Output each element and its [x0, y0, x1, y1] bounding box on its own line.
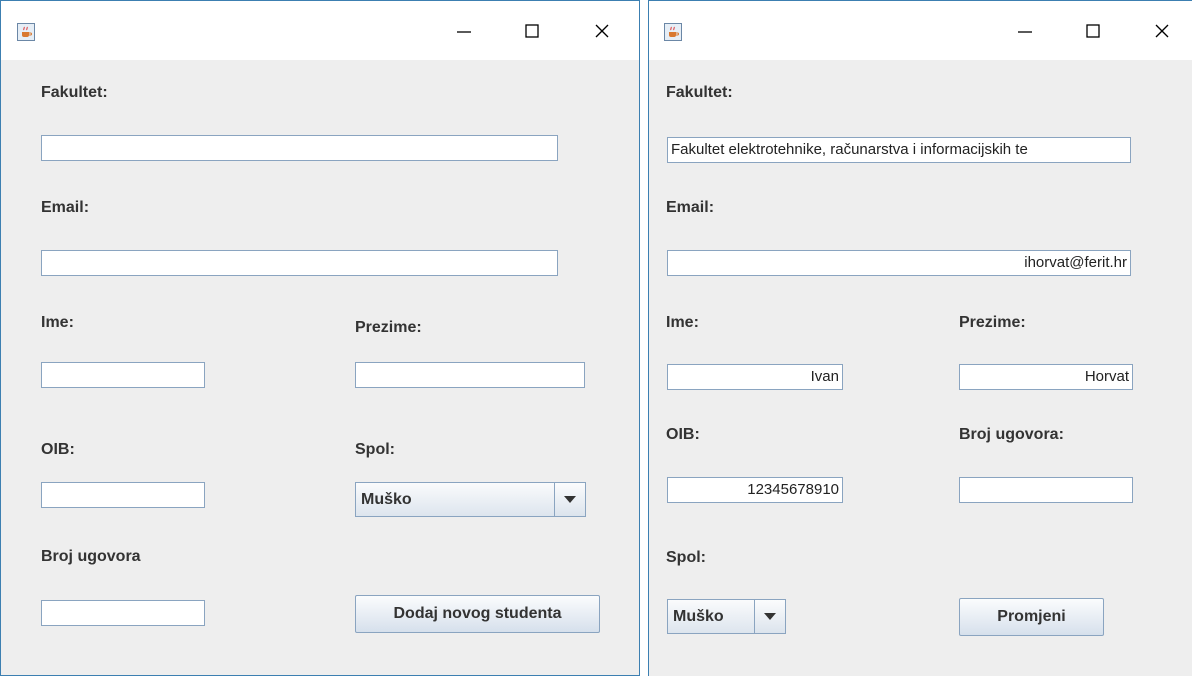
title-bar[interactable]: [1, 1, 639, 60]
add-student-button[interactable]: Dodaj novog studenta: [355, 595, 600, 633]
add-student-window: Fakultet: Email: Ime: Prezime: OIB: Spol…: [0, 0, 640, 676]
spol-selected-value: Muško: [673, 608, 724, 625]
edit-student-window: Fakultet: Fakultet elektrotehnike, račun…: [648, 0, 1192, 676]
spol-selected-value: Muško: [361, 491, 412, 508]
prezime-field[interactable]: [355, 362, 585, 388]
broj-ugovora-field[interactable]: [959, 477, 1133, 503]
java-cup-icon[interactable]: [664, 23, 682, 41]
email-label: Email:: [666, 199, 715, 216]
fakultet-label: Fakultet:: [41, 84, 108, 101]
dropdown-arrow-button[interactable]: [754, 600, 785, 633]
minimize-icon: [457, 31, 471, 33]
close-button[interactable]: [1139, 13, 1185, 49]
prezime-label: Prezime:: [355, 319, 422, 336]
broj-ugovora-label: Broj ugovora:: [959, 426, 1064, 443]
prezime-label: Prezime:: [959, 314, 1026, 331]
email-field[interactable]: [41, 250, 558, 276]
chevron-down-icon: [564, 496, 576, 503]
email-field[interactable]: ihorvat@ferit.hr: [667, 250, 1131, 276]
ime-label: Ime:: [41, 314, 74, 331]
fakultet-field[interactable]: [41, 135, 558, 161]
spol-label: Spol:: [355, 441, 395, 458]
minimize-icon: [1018, 31, 1032, 33]
update-button[interactable]: Promjeni: [959, 598, 1104, 636]
close-icon: [595, 24, 609, 38]
fakultet-label: Fakultet:: [666, 84, 733, 101]
title-bar[interactable]: [649, 1, 1192, 60]
minimize-button[interactable]: [441, 13, 487, 49]
minimize-button[interactable]: [1002, 13, 1048, 49]
spol-dropdown[interactable]: Muško: [667, 599, 786, 634]
ime-field[interactable]: [41, 362, 205, 388]
email-label: Email:: [41, 199, 90, 216]
dropdown-arrow-button[interactable]: [554, 483, 585, 516]
close-icon: [1155, 24, 1169, 38]
ime-field[interactable]: Ivan: [667, 364, 843, 390]
close-button[interactable]: [579, 13, 625, 49]
maximize-button[interactable]: [1070, 13, 1116, 49]
spol-label: Spol:: [666, 549, 706, 566]
java-cup-icon[interactable]: [17, 23, 35, 41]
oib-label: OIB:: [666, 426, 700, 443]
maximize-button[interactable]: [509, 13, 555, 49]
chevron-down-icon: [764, 613, 776, 620]
maximize-icon: [525, 24, 539, 38]
oib-field[interactable]: [41, 482, 205, 508]
maximize-icon: [1086, 24, 1100, 38]
broj-ugovora-label: Broj ugovora: [41, 548, 141, 565]
fakultet-field[interactable]: Fakultet elektrotehnike, računarstva i i…: [667, 137, 1131, 163]
broj-ugovora-field[interactable]: [41, 600, 205, 626]
oib-field[interactable]: 12345678910: [667, 477, 843, 503]
oib-label: OIB:: [41, 441, 75, 458]
prezime-field[interactable]: Horvat: [959, 364, 1133, 390]
spol-dropdown[interactable]: Muško: [355, 482, 586, 517]
ime-label: Ime:: [666, 314, 699, 331]
